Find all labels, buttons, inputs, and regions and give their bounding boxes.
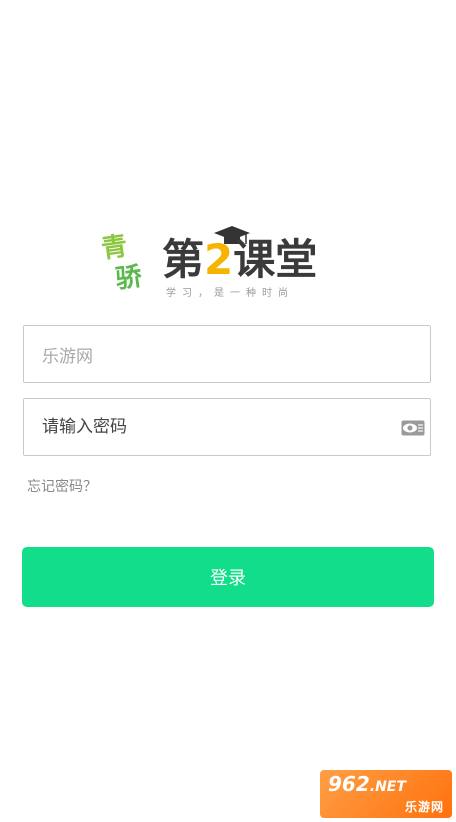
site-watermark: 962.NET 乐游网 (320, 770, 452, 818)
logo-brand-prefix: 第 (162, 235, 205, 284)
logo-side-text: 青 骄 (99, 227, 161, 306)
logo-brand-suffix: 课堂 (233, 235, 318, 284)
logo-side-text-bottom: 骄 (113, 261, 144, 295)
password-input[interactable] (42, 399, 402, 455)
app-logo: 青 骄 第2课堂 学习，是一种时尚 (99, 222, 350, 306)
forgot-password-link[interactable]: 忘记密码？ (27, 476, 97, 496)
username-field[interactable] (23, 325, 431, 383)
logo-brand: 第2课堂 (162, 236, 317, 284)
watermark-top: 962.NET (328, 772, 406, 796)
logo-brand-number: 2 (204, 235, 234, 284)
watermark-bottom: 乐游网 (404, 800, 444, 814)
password-field[interactable] (23, 398, 431, 456)
logo-slogan: 学习，是一种时尚 (166, 288, 294, 299)
login-button[interactable]: 登录 (22, 547, 434, 607)
show-password-eye-icon[interactable] (400, 418, 426, 438)
watermark-number: 962 (328, 772, 370, 796)
watermark-net: .NET (369, 779, 406, 795)
username-input[interactable] (42, 326, 402, 382)
